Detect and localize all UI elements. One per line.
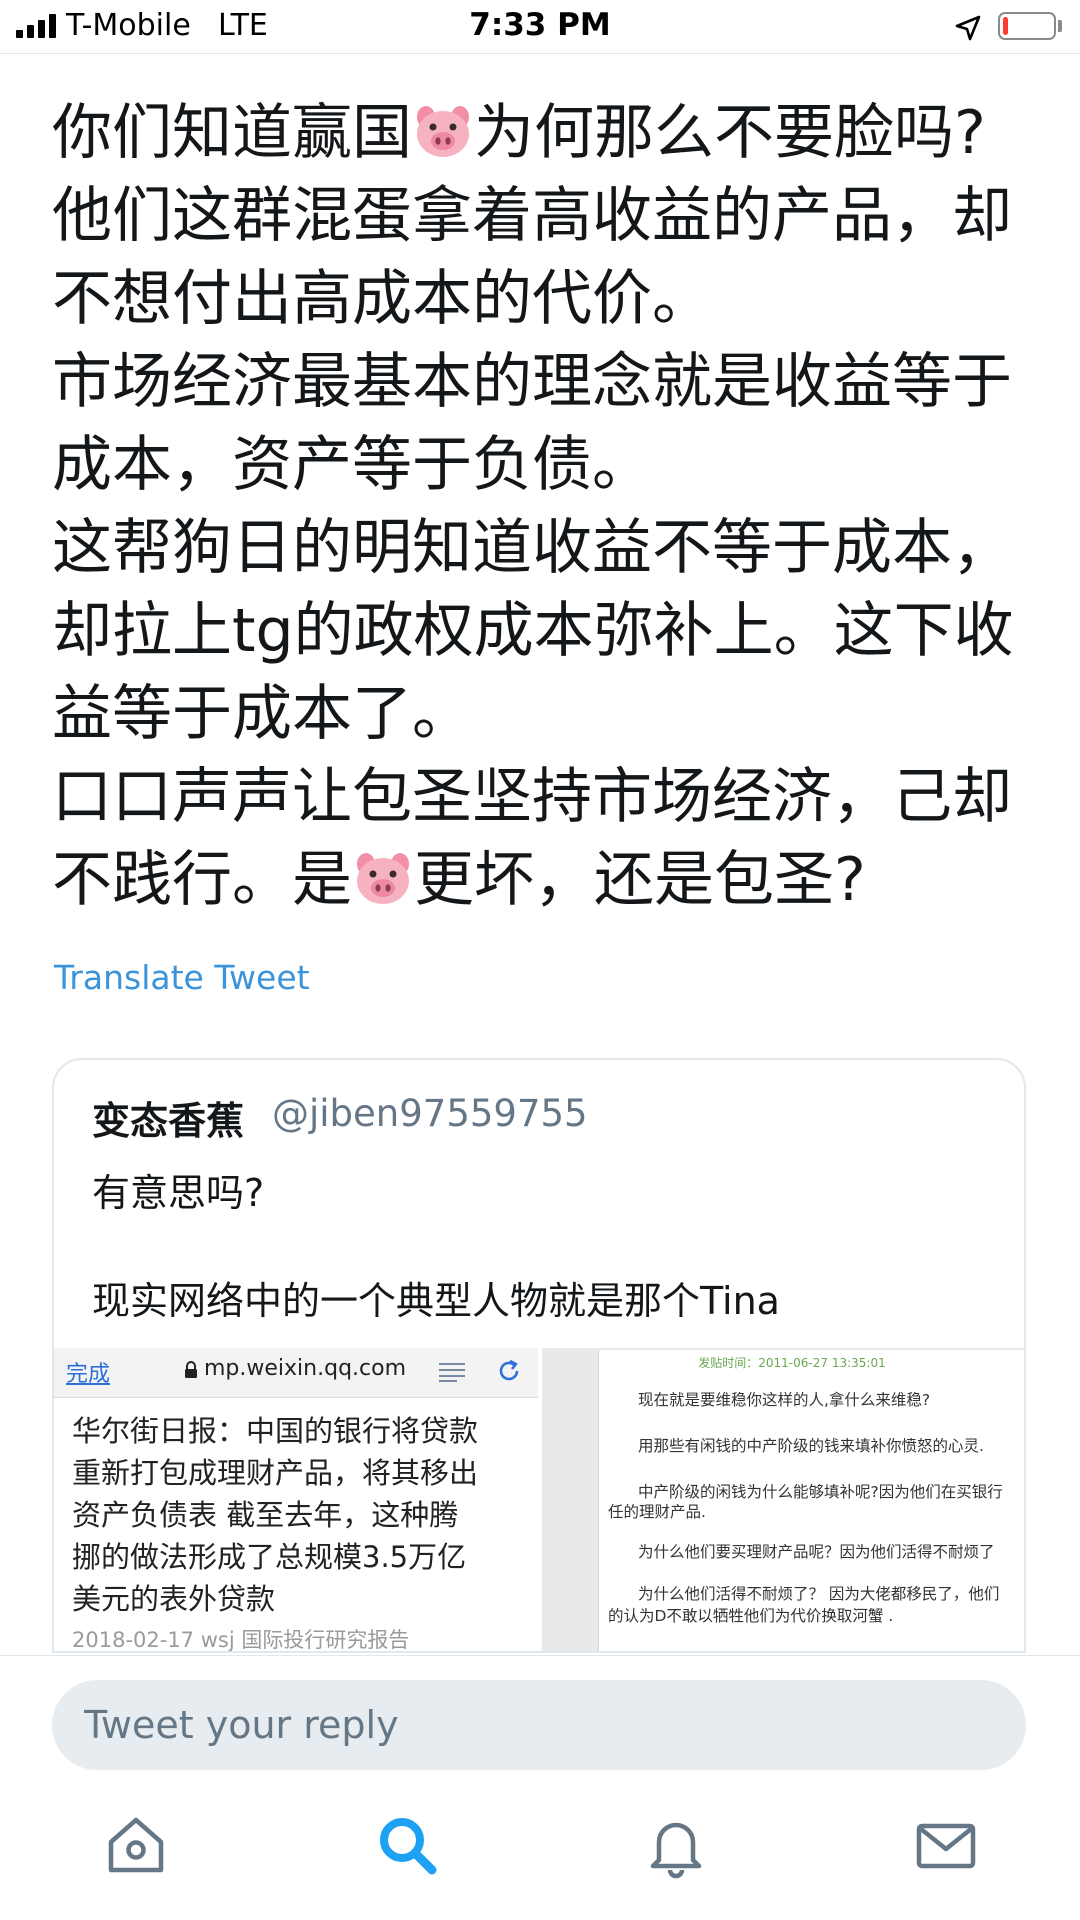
article-line: 资产负债表 截至去年，这种腾 [72, 1498, 459, 1532]
quote-text-line: 有意思吗? [92, 1171, 265, 1215]
battery-level-fill [1003, 17, 1008, 35]
url-text: mp.weixin.qq.com [204, 1356, 407, 1381]
post-date: 发贴时间：2011-06-27 13:35:01 [698, 1356, 886, 1370]
done-link: 完成 [66, 1362, 111, 1387]
location-arrow-icon [955, 15, 981, 41]
post-line: 为什么他们活得不耐烦了？ 因为大佬都移民了，他们 [638, 1585, 1000, 1603]
quote-author-handle: @jiben97559755 [272, 1092, 588, 1135]
tweet-line: 口口声声让包圣坚持市场经济，己却 [52, 762, 1012, 832]
tweet-line: 你们知道赢国 为何那么不要脸吗? [52, 98, 986, 168]
clock: 7:33 PM [469, 7, 611, 43]
quote-author-name: 变态香蕉 [92, 1099, 245, 1143]
lock-icon [185, 1361, 197, 1378]
article-line: 重新打包成理财产品，将其移出 [72, 1456, 479, 1490]
reload-icon [499, 1359, 519, 1381]
browser-toolbar: 完成 mp.weixin.qq.com [54, 1348, 538, 1398]
search-tab-icon[interactable] [372, 1810, 442, 1880]
messages-tab-icon[interactable] [911, 1810, 981, 1880]
tweet-line: 成本，资产等于负债。 [52, 430, 652, 500]
battery-cap [1058, 20, 1062, 32]
tweet-line: 他们这群混蛋拿着高收益的产品，却 [52, 181, 1012, 251]
quote-image-right[interactable]: 发贴时间：2011-06-27 13:35:01 现在就是要维稳你这样的人,拿什… [542, 1348, 1024, 1651]
reply-bar [0, 1655, 1080, 1780]
post-line: 为什么他们要买理财产品呢？因为他们活得不耐烦了 [638, 1543, 995, 1561]
post-line: 用那些有闲钱的中产阶级的钱来填补你愤怒的心灵. [638, 1437, 984, 1455]
pig-face-emoji-icon [357, 853, 409, 904]
home-tab-icon[interactable] [101, 1810, 171, 1880]
reply-input[interactable] [52, 1680, 1026, 1770]
battery-icon [998, 12, 1056, 40]
quote-image-left[interactable]: 完成 mp.weixin.qq.com 华尔街日报：中国的银行将贷款 重新打包成… [54, 1348, 538, 1652]
post-line: 中产阶级的闲钱为什么能够填补呢?因为他们在买银行 [638, 1483, 1003, 1501]
pig-face-emoji-icon [417, 106, 469, 157]
tweet-line: 却拉上tg的政权成本弥补上。这下收 [52, 596, 1014, 666]
translate-tweet-link[interactable]: Translate Tweet [54, 958, 310, 997]
post-line: 现在就是要维稳你这样的人,拿什么来维稳? [638, 1391, 931, 1409]
article-meta: 2018-02-17 wsj 国际投行研究报告 [72, 1628, 410, 1652]
notifications-tab-icon[interactable] [641, 1810, 711, 1880]
tweet-line: 不践行。是 更坏，还是包圣? [52, 845, 866, 915]
article-line: 美元的表外贷款 [72, 1582, 276, 1616]
post-line: 的认为D不敢以牺牲他们为代价换取河蟹 . [608, 1607, 894, 1625]
tweet-text: 你们知道赢国 为何那么不要脸吗? 他们这群混蛋拿着高收益的产品，却 不想付出高成… [52, 92, 1027, 922]
article-text: 华尔街日报：中国的银行将贷款 重新打包成理财产品，将其移出 资产负债表 截至去年… [72, 1410, 532, 1620]
tweet-line: 这帮狗日的明知道收益不等于成本， [52, 513, 1012, 583]
article-line: 挪的做法形成了总规模3.5万亿 [72, 1540, 467, 1574]
tweet-line: 益等于成本了。 [52, 679, 472, 749]
status-bar: T-Mobile LTE 7:33 PM [0, 0, 1080, 54]
reader-mode-icon [439, 1363, 465, 1382]
quote-text-line: 现实网络中的一个典型人物就是那个Tina [92, 1279, 780, 1323]
post-line: 任的理财产品. [608, 1503, 706, 1521]
article-line: 华尔街日报：中国的银行将贷款 [72, 1414, 479, 1448]
tweet-line: 市场经济最基本的理念就是收益等于 [52, 347, 1012, 417]
tweet-line: 不想付出高成本的代价。 [52, 264, 712, 334]
quoted-tweet-card[interactable]: 变态香蕉 @jiben97559755 有意思吗? 现实网络中的一个典型人物就是… [52, 1058, 1026, 1653]
tab-bar [0, 1780, 1080, 1920]
